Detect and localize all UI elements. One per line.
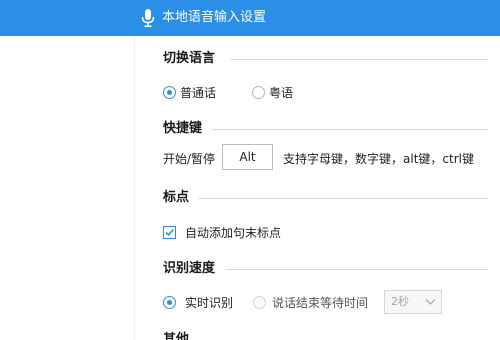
section-title-language: 切换语言 [163,51,216,66]
radio-cantonese[interactable] [252,86,265,99]
window-title: 本地语音输入设置 [162,10,267,25]
hotkey-hint: 支持字母键，数字键，alt键，ctrl键 [283,152,474,166]
microphone-icon [141,9,155,27]
checkbox-auto-punctuation[interactable] [163,226,176,239]
section-title-speed: 识别速度 [163,261,216,276]
hotkey-label: 开始/暂停 [163,152,216,166]
radio-label-wait-after-speech[interactable]: 说话结束等待时间 [272,295,368,311]
radio-label-cantonese[interactable]: 粤语 [269,85,293,101]
wait-time-select[interactable]: 2秒 [384,290,442,314]
radio-label-realtime[interactable]: 实时识别 [185,295,233,311]
section-divider [230,59,488,60]
section-title-other: 其他 [163,332,190,340]
section-divider [198,198,488,199]
radio-label-mandarin[interactable]: 普通话 [180,85,216,101]
side-panel [0,36,135,340]
title-bar: 本地语音输入设置 [0,0,500,36]
radio-wait-after-speech[interactable] [253,296,266,309]
section-divider [212,129,488,130]
section-title-punctuation: 标点 [163,190,190,205]
section-divider [226,269,488,270]
section-title-hotkey: 快捷键 [163,121,203,136]
chevron-down-icon [425,299,436,305]
settings-window: 本地语音输入设置 切换语言 普通话 粤语 快捷键 开始/暂停 Alt 支持字母键… [0,0,500,340]
wait-time-value: 2秒 [391,295,409,308]
checkbox-label-auto-punctuation[interactable]: 自动添加句末标点 [185,225,281,241]
checkmark-icon [165,229,174,237]
radio-mandarin[interactable] [163,86,176,99]
radio-realtime[interactable] [163,296,176,309]
hotkey-input[interactable]: Alt [222,144,273,170]
